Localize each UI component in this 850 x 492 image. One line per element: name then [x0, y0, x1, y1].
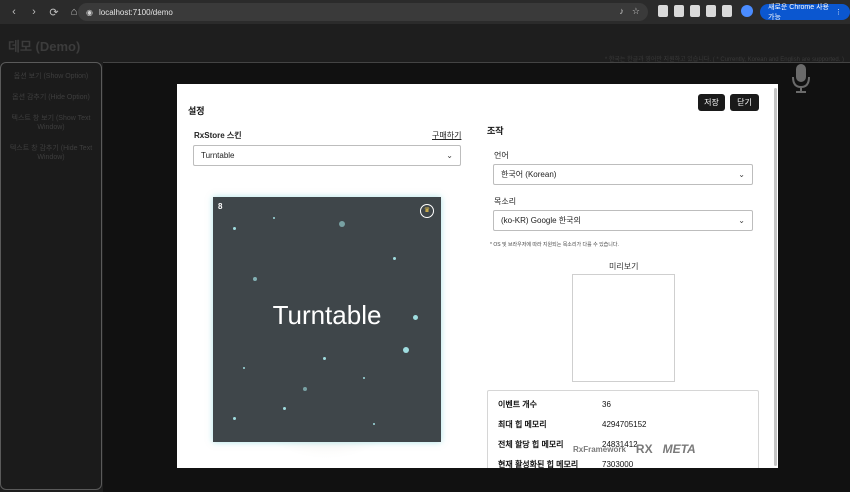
sparkle — [363, 377, 365, 379]
sparkle — [303, 387, 307, 391]
sparkle — [283, 407, 286, 410]
stat-value: 36 — [602, 400, 611, 409]
extension-icon[interactable] — [690, 5, 700, 17]
sparkle — [373, 423, 375, 425]
bookmark-star-icon[interactable]: ☆ — [632, 6, 640, 17]
address-bar[interactable]: ◉ localhost:7100/demo ♪ ☆ — [78, 3, 648, 21]
sparkle — [253, 277, 257, 281]
close-button[interactable]: 닫기 — [730, 94, 759, 111]
cover-number: 8 — [218, 202, 223, 211]
page-title: 데모 (Demo) — [8, 39, 81, 54]
preview-box — [572, 274, 675, 382]
update-label: 새로운 Chrome 사용 가능 — [768, 4, 829, 21]
stat-row: 이벤트 개수 36 — [498, 399, 611, 410]
settings-modal: 저장 닫기 설정 RxStore 스킨 구매하기 Turntable ⌄ 8 ♛… — [177, 84, 778, 468]
preview-label: 미리보기 — [609, 262, 639, 271]
profile-avatar[interactable] — [741, 5, 753, 17]
language-select-value: 한국어 (Korean) — [501, 170, 557, 179]
forward-icon[interactable]: › — [24, 6, 44, 18]
voice-hint: * OS 및 브라우저에 따라 지원되는 목소리가 다를 수 있습니다. — [490, 242, 619, 248]
sidebar-item-show-text-window[interactable]: 텍스트 창 보기 (Show Text Window) — [1, 111, 101, 135]
stat-value: 4294705152 — [602, 420, 647, 429]
rx-logo: RX — [635, 442, 653, 456]
sparkle — [233, 227, 236, 230]
voice-label: 목소리 — [494, 197, 517, 206]
skin-cover-image: 8 ♛ Turntable — [213, 197, 441, 442]
microphone-icon[interactable] — [792, 64, 810, 94]
reload-icon[interactable]: ⟳ — [44, 6, 64, 19]
stat-label: 현재 활성화된 힙 메모리 — [498, 460, 579, 468]
sparkle — [273, 217, 275, 219]
crown-icon: ♛ — [420, 204, 434, 218]
controls-title: 조작 — [487, 126, 504, 136]
voice-select[interactable]: (ko-KR) Google 한국의 ⌄ — [493, 210, 753, 231]
sparkle — [339, 221, 345, 227]
stat-label: 최대 힙 메모리 — [498, 420, 547, 429]
sparkle — [243, 367, 245, 369]
sparkle — [393, 257, 396, 260]
settings-title: 설정 — [188, 106, 205, 116]
modal-scrollbar[interactable] — [774, 88, 777, 466]
language-label: 언어 — [494, 151, 509, 160]
extension-icon[interactable] — [674, 5, 684, 17]
stats-panel: 이벤트 개수 36 최대 힙 메모리 4294705152 전체 할당 힙 메모리 2… — [487, 390, 759, 468]
chevron-down-icon: ⌄ — [738, 216, 745, 225]
skin-select[interactable]: Turntable ⌄ — [193, 145, 461, 166]
url-text: localhost:7100/demo — [98, 7, 173, 17]
sponsor-logos: RxFramework RX META — [573, 442, 696, 456]
cover-title: Turntable — [272, 300, 382, 330]
skin-select-value: Turntable — [201, 151, 235, 160]
extension-icon[interactable] — [722, 5, 732, 17]
meta-logo: META — [662, 442, 696, 456]
sidebar: 옵션 보기 (Show Option) 옵션 감추기 (Hide Option)… — [0, 62, 102, 490]
sidebar-item-hide-text-window[interactable]: 텍스트 창 감추기 (Hide Text Window) — [1, 141, 101, 165]
site-info-icon[interactable]: ◉ — [86, 8, 93, 17]
save-button[interactable]: 저장 — [698, 94, 725, 111]
sparkle — [233, 417, 236, 420]
voice-search-icon[interactable]: ♪ — [619, 6, 624, 17]
extension-icon[interactable] — [658, 5, 668, 17]
sparkle — [323, 357, 326, 360]
sidebar-item-show-option[interactable]: 옵션 보기 (Show Option) — [1, 69, 101, 84]
menu-kebab-icon[interactable]: ⋮ — [835, 8, 842, 16]
language-select[interactable]: 한국어 (Korean) ⌄ — [493, 164, 753, 185]
buy-link[interactable]: 구매하기 — [432, 130, 461, 141]
voice-select-value: (ko-KR) Google 한국의 — [501, 216, 581, 225]
skin-label: RxStore 스킨 — [194, 131, 242, 140]
extension-icon[interactable] — [706, 5, 716, 17]
sidebar-item-hide-option[interactable]: 옵션 감추기 (Hide Option) — [1, 90, 101, 105]
sparkle — [403, 347, 409, 353]
stat-row: 최대 힙 메모리 4294705152 — [498, 419, 647, 430]
stat-value: 7303000 — [602, 460, 634, 468]
extensions-area — [658, 5, 732, 17]
stat-label: 이벤트 개수 — [498, 400, 538, 409]
chevron-down-icon: ⌄ — [738, 170, 745, 179]
chevron-down-icon: ⌄ — [446, 151, 453, 160]
chrome-update-button[interactable]: 새로운 Chrome 사용 가능 ⋮ — [760, 4, 850, 21]
stat-row: 현재 활성화된 힙 메모리 7303000 — [498, 459, 633, 468]
back-icon[interactable]: ‹ — [4, 6, 24, 18]
rxframework-logo: RxFramework — [573, 444, 626, 454]
